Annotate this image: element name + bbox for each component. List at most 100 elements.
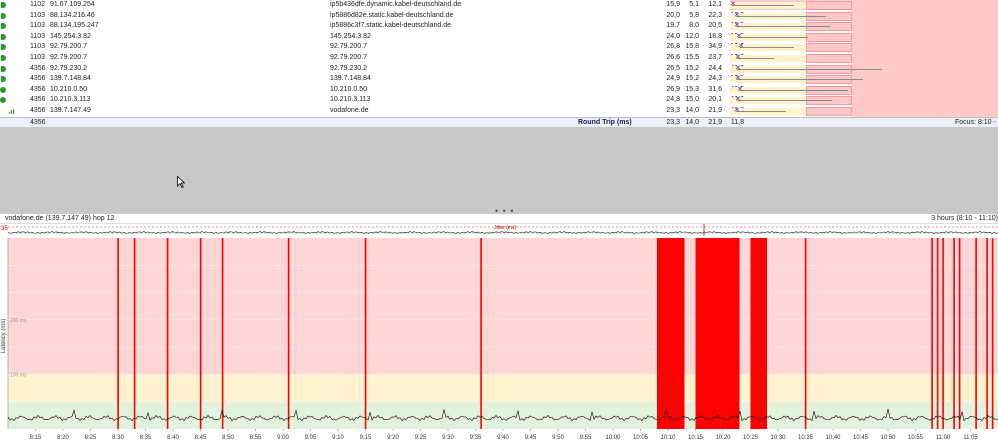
hop-latency-graph: ✕ xyxy=(730,32,998,42)
x-tick-label: 10:55 xyxy=(908,435,924,441)
ip-address: 91.67.109.254 xyxy=(50,1,95,8)
status-dot-icon xyxy=(1,44,6,51)
empty-area xyxy=(0,127,998,208)
table-row[interactable]: 4356 139.7.148.84 139.7.148.84 24,9 15,2 24,3… xyxy=(0,74,998,85)
min-ms: 15,3 xyxy=(685,85,699,93)
avg-ms: 26,9 xyxy=(666,85,680,93)
host-name: 92.79.200.7 xyxy=(330,43,367,51)
avg-marker-icon: ✕ xyxy=(735,54,741,61)
host-name: 10.210.3.113 xyxy=(330,96,371,104)
x-tick-label: 9:55 xyxy=(580,435,592,441)
cur-ms: 21,9 xyxy=(708,107,722,114)
x-tick-label: 10:40 xyxy=(825,435,841,441)
x-tick-label: 10:35 xyxy=(798,435,814,441)
min-ms: 15,5 xyxy=(685,54,699,61)
host-name: ip5886d82e.static.kabel-deutschland.de xyxy=(330,11,454,19)
min-ms: 15,8 xyxy=(685,43,699,51)
host-name: ip5886c3f7.static.kabel-deutschland.de xyxy=(330,22,452,30)
host-name: 139.7.148.84 xyxy=(330,75,371,83)
packet-loss-bar xyxy=(221,238,224,429)
hop-latency-graph: ✕ xyxy=(730,0,998,11)
x-tick-label: 8:25 xyxy=(85,435,97,441)
min-ms: 15,0 xyxy=(685,96,699,104)
x-tick-label: 8:35 xyxy=(140,435,152,441)
table-row[interactable]: 435610.210.0.5010.210.0.5026,915,331,611… xyxy=(0,85,998,95)
cur-ms: 23,7 xyxy=(708,54,722,61)
packet-loss-bar xyxy=(480,238,482,429)
packet-loss-bar xyxy=(958,238,961,429)
hop-latency-graph: ✕ xyxy=(730,95,998,106)
y-tick-label: 200 ms xyxy=(10,318,27,324)
hop-indicator xyxy=(0,0,10,10)
latency-chart: Latency (ms) 200 ms 100 ms 8:15 8:20 8:25 8:30… xyxy=(0,238,998,441)
sample-count: 4356 xyxy=(30,75,46,83)
x-tick-label: 9:20 xyxy=(387,435,399,441)
packet-loss-bar xyxy=(287,238,290,429)
hop-indicator xyxy=(0,53,10,63)
x-tick-label: 11:00 xyxy=(936,435,951,441)
hop-latency-graph: ✕ xyxy=(730,85,998,95)
status-dot-icon xyxy=(1,55,6,61)
hop-indicator xyxy=(0,106,14,116)
hop-latency-graph: ✕ xyxy=(730,21,998,32)
host-name: ip5b436dfe.dynamic.kabel-deutschland.de xyxy=(330,1,462,8)
table-row[interactable]: 435692.79.230.292.79.230.226,515,224,411… xyxy=(0,64,998,74)
table-row[interactable]: 1103 88.134.195.247 ip5886c3f7.static.kabe… xyxy=(0,21,998,32)
status-dot-icon xyxy=(1,65,6,72)
hop-indicator xyxy=(0,42,10,52)
min-ms: 12,0 xyxy=(685,32,699,40)
x-tick-label: 9:00 xyxy=(277,435,289,441)
latency-band-high xyxy=(8,238,998,375)
sample-count: 4356 xyxy=(30,64,46,72)
summary-row: 4356 Round Trip (ms) 23,3 14,0 21,9 11,8… xyxy=(0,117,998,127)
packet-loss-bar xyxy=(953,238,955,429)
ip-address: 88.134.195.247 xyxy=(50,22,99,30)
avg-ms: 26,6 xyxy=(666,54,680,61)
table-row[interactable]: 110392.79.200.792.79.200.726,815,834,913… xyxy=(0,42,998,53)
table-row[interactable]: 4356139.7.147.49vodafone.de23,314,021,91… xyxy=(0,106,998,116)
status-dot-icon xyxy=(1,2,6,8)
hop-indicator xyxy=(0,85,10,95)
status-dot-icon xyxy=(0,86,6,93)
hop-latency-graph: ✕ xyxy=(730,53,998,63)
cur-ms: 34,9 xyxy=(708,43,722,51)
sample-count: 4356 xyxy=(30,85,46,93)
status-dot-icon xyxy=(1,12,6,19)
host-name: 10.210.0.50 xyxy=(330,85,367,93)
hop-indicator xyxy=(0,11,10,21)
x-tick-label: 8:40 xyxy=(167,435,179,441)
avg-ms: 24,8 xyxy=(666,96,680,104)
x-tick-label: 10:10 xyxy=(660,435,676,441)
x-tick-label: 9:15 xyxy=(360,435,372,441)
avg-ms: 15,9 xyxy=(666,1,680,8)
x-tick-label: 8:50 xyxy=(222,435,234,441)
table-row[interactable]: 1103 145.254.3.82 145.254.3.82 24,0 12,0 18,8… xyxy=(0,32,998,42)
jitter-axis-tick: 35 xyxy=(1,226,8,232)
min-ms: 8,0 xyxy=(689,22,699,30)
sample-count: 4356 xyxy=(30,96,46,104)
x-tick-label: 9:40 xyxy=(497,435,509,441)
min-ms: 14,0 xyxy=(685,107,699,114)
avg-ms: 19,7 xyxy=(666,22,680,30)
avg-marker-icon: ✕ xyxy=(735,75,741,83)
hop-indicator xyxy=(0,64,10,74)
table-row[interactable]: 110392.79.200.792.79.200.726,615,523,713… xyxy=(0,53,998,63)
hop-latency-graph: ✕ xyxy=(730,74,998,85)
x-tick-label: 8:45 xyxy=(195,435,207,441)
table-row[interactable]: 1103 88.134.216.46 ip5886d82e.static.kabel… xyxy=(0,11,998,21)
packet-loss-bar xyxy=(199,238,202,429)
chart-header: vodafone.de (139.7.147.49) hop 12 3 hour… xyxy=(0,214,998,224)
jitter-label: Jitter (ms) xyxy=(494,225,517,231)
packet-loss-bar xyxy=(991,238,994,429)
packet-loss-bar xyxy=(133,238,136,429)
packet-loss-bar xyxy=(936,238,939,429)
x-tick-label: 9:25 xyxy=(415,435,427,441)
packet-loss-bar xyxy=(975,238,977,429)
x-tick-label: 9:45 xyxy=(525,435,537,441)
ip-address: 92.79.200.7 xyxy=(50,54,87,61)
time-range-label[interactable]: 3 hours (8:10 - 11:10) xyxy=(931,214,998,224)
x-tick-label: 10:15 xyxy=(688,435,704,441)
table-row[interactable]: 4356 10.210.3.113 10.210.3.113 24,8 15,0 20,1… xyxy=(0,95,998,106)
x-tick-label: 8:20 xyxy=(57,435,69,441)
table-row[interactable]: 1102 91.67.109.254 ip5b436dfe.dynamic.kabe… xyxy=(0,0,998,11)
